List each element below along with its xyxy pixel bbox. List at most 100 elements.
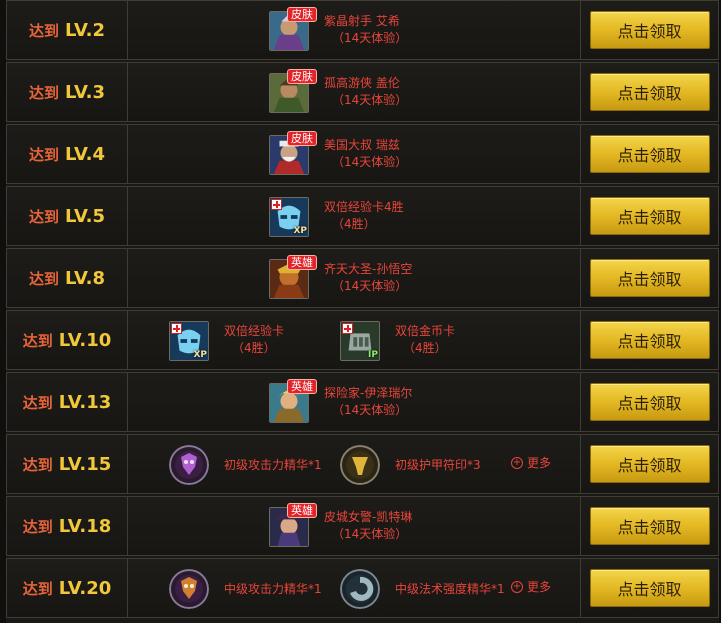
reward-name: 探险家-伊泽瑞尔 [324,386,413,400]
skin-badge: 皮肤 [287,7,317,22]
action-cell: 点击领取 [580,1,718,59]
reward-name: 孤高游侠 盖伦 [324,76,400,90]
more-label: 更多 [527,456,552,470]
level-prefix: 达到 [22,331,53,350]
hero-badge: 英雄 [287,503,317,518]
reward-detail: （4胜） [232,341,276,355]
level-value: LV.10 [58,329,112,351]
reward-detail: （14天体验） [332,155,408,169]
reward-detail: （14天体验） [332,527,408,541]
claim-button[interactable]: 点击领取 [589,73,710,111]
reward-detail: （14天体验） [332,93,408,107]
reward-detail: （14天体验） [332,31,408,45]
action-cell: 点击领取 [580,373,718,431]
level-cell: 达到 LV.18 [7,497,128,555]
more-link[interactable]: + 更多 [511,454,551,471]
plus-icon: + [511,580,523,593]
more-link[interactable]: + 更多 [511,578,551,595]
reward-row: 达到 LV.8 英雄 齐天大圣-孙悟空 （14天体验） 点击领取 [6,248,719,308]
double-xp-card-icon: XP [169,321,209,361]
reward-row: 达到 LV.4 皮肤 美国大叔 瑞兹 （14天体验） 点击领取 [6,124,719,184]
level-cell: 达到 LV.8 [7,249,128,307]
level-prefix: 达到 [29,207,60,226]
reward-name: 双倍经验卡4胜 [324,200,404,214]
claim-button[interactable]: 点击领取 [589,11,710,49]
hero-badge: 英雄 [287,379,317,394]
reward-name: 美国大叔 瑞兹 [324,138,400,152]
level-value: LV.4 [65,143,105,165]
action-cell: 点击领取 [580,249,718,307]
reward-name: 齐天大圣-孙悟空 [324,262,413,276]
more-label: 更多 [527,580,552,594]
hero-badge: 英雄 [287,255,317,270]
level-value: LV.13 [58,391,112,413]
skin-badge: 皮肤 [287,131,317,146]
level-reward-table: 达到 LV.2 皮肤 紫晶射手 艾希 （14天体验） 点击领取 达到 LV.3 [6,0,719,623]
claim-button[interactable]: 点击领取 [589,383,710,421]
plus-icon: + [511,456,523,469]
reward-name: 中级法术强度精华*1 [395,582,505,596]
level-value: LV.8 [65,267,105,289]
claim-button[interactable]: 点击领取 [589,445,710,483]
skin-badge: 皮肤 [287,69,317,84]
reward-name: 中级攻击力精华*1 [224,582,322,596]
action-cell: 点击领取 [580,187,718,245]
reward-row: 达到 LV.13 英雄 探险家-伊泽瑞尔 （14天体验） 点击领取 [6,372,719,432]
action-cell: 点击领取 [580,559,718,617]
level-value: LV.15 [58,453,112,475]
reward-row: 达到 LV.10 XP 双倍经验卡 （4胜） IP 双倍金币卡 （4胜） 点击领… [6,310,719,370]
action-cell: 点击领取 [580,63,718,121]
level-value: LV.5 [65,205,105,227]
reward-detail: （14天体验） [332,279,408,293]
level-prefix: 达到 [29,21,60,40]
level-value: LV.20 [58,577,112,599]
reward-detail: （4胜） [332,217,376,231]
level-cell: 达到 LV.5 [7,187,128,245]
level-cell: 达到 LV.15 [7,435,128,493]
claim-button[interactable]: 点击领取 [589,569,710,607]
reward-detail: （4胜） [403,341,447,355]
level-value: LV.3 [65,81,105,103]
double-ip-card-icon: IP [340,321,380,361]
reward-row: 达到 LV.3 皮肤 孤高游侠 盖伦 （14天体验） 点击领取 [6,62,719,122]
reward-row: 达到 LV.5 XP 双倍经验卡4胜 （4胜） 点击领取 [6,186,719,246]
action-cell: 点击领取 [580,125,718,183]
level-cell: 达到 LV.13 [7,373,128,431]
claim-button[interactable]: 点击领取 [589,259,710,297]
claim-button[interactable]: 点击领取 [589,197,710,235]
reward-name: 初级护甲符印*3 [395,458,481,472]
reward-name: 皮城女警-凯特琳 [324,510,413,524]
level-prefix: 达到 [22,579,53,598]
action-cell: 点击领取 [580,311,718,369]
level-cell: 达到 LV.4 [7,125,128,183]
reward-name: 紫晶射手 艾希 [324,14,400,28]
reward-row: 达到 LV.18 英雄 皮城女警-凯特琳 （14天体验） 点击领取 [6,496,719,556]
reward-row: 达到 LV.15 初级攻击力精华*1 初级护甲符印*3 + 更多 点击领取 [6,434,719,494]
level-cell: 达到 LV.20 [7,559,128,617]
level-value: LV.18 [58,515,112,537]
claim-button[interactable]: 点击领取 [589,135,710,173]
rune-glyph-icon [340,569,380,609]
rune-essence-icon [169,445,209,485]
action-cell: 点击领取 [580,497,718,555]
level-prefix: 达到 [22,517,53,536]
reward-row: 达到 LV.20 中级攻击力精华*1 中级法术强度精华*1 + 更多 点击领取 [6,558,719,618]
action-cell: 点击领取 [580,435,718,493]
reward-detail: （14天体验） [332,403,408,417]
reward-name: 初级攻击力精华*1 [224,458,322,472]
reward-row: 达到 LV.2 皮肤 紫晶射手 艾希 （14天体验） 点击领取 [6,0,719,60]
claim-button[interactable]: 点击领取 [589,507,710,545]
reward-name: 双倍经验卡 [224,324,285,338]
level-cell: 达到 LV.3 [7,63,128,121]
rune-essence-icon [169,569,209,609]
level-prefix: 达到 [29,269,60,288]
level-prefix: 达到 [29,145,60,164]
reward-name: 双倍金币卡 [395,324,456,338]
rune-seal-icon [340,445,380,485]
level-prefix: 达到 [22,455,53,474]
level-cell: 达到 LV.10 [7,311,128,369]
level-prefix: 达到 [29,83,60,102]
level-value: LV.2 [65,19,105,41]
claim-button[interactable]: 点击领取 [589,321,710,359]
double-xp-card-icon: XP [269,197,309,237]
